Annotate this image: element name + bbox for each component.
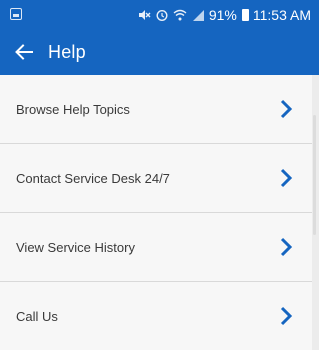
menu-item-contact-service-desk[interactable]: Contact Service Desk 24/7 <box>0 144 312 213</box>
back-button[interactable] <box>12 40 36 64</box>
notification-icon <box>10 8 22 20</box>
chevron-right-icon <box>278 306 294 326</box>
menu-item-label: View Service History <box>16 240 135 255</box>
battery-icon <box>241 9 249 21</box>
menu-item-label: Call Us <box>16 309 58 324</box>
wifi-icon <box>173 8 187 22</box>
scrollbar[interactable] <box>312 75 319 350</box>
menu-item-browse-help-topics[interactable]: Browse Help Topics <box>0 75 312 144</box>
status-bar: 91% 11:53 AM <box>0 0 319 30</box>
page-title: Help <box>48 42 86 62</box>
mute-icon <box>137 8 151 22</box>
chevron-right-icon <box>278 99 294 119</box>
back-arrow-icon <box>15 43 33 61</box>
chevron-right-icon <box>278 237 294 257</box>
battery-percent: 91% <box>208 7 237 23</box>
status-time: 11:53 AM <box>252 7 311 23</box>
app-bar: Help <box>0 30 319 75</box>
help-menu-list: Browse Help Topics Contact Service Desk … <box>0 75 312 350</box>
menu-item-label: Browse Help Topics <box>16 102 130 117</box>
menu-item-view-service-history[interactable]: View Service History <box>0 213 312 282</box>
chevron-right-icon <box>278 168 294 188</box>
alarm-icon <box>155 8 169 22</box>
menu-item-label: Contact Service Desk 24/7 <box>16 171 170 186</box>
status-icons: 91% 11:53 AM <box>137 7 311 23</box>
menu-item-call-us[interactable]: Call Us <box>0 282 312 350</box>
signal-icon <box>191 8 205 22</box>
help-screen: 91% 11:53 AM Help Browse Help Topics Con… <box>0 0 319 350</box>
